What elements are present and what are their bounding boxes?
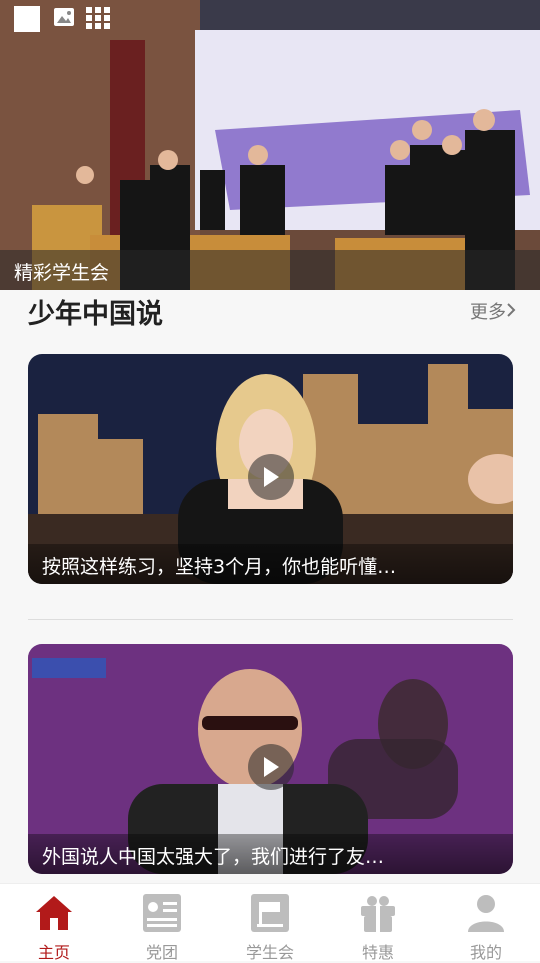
party-icon bbox=[143, 894, 181, 932]
video-title: 外国说人中国太强大了，我们进行了友… bbox=[42, 846, 385, 868]
nav-party-label: 党团 bbox=[145, 943, 178, 962]
chevron-right-icon[interactable] bbox=[506, 301, 516, 319]
video-title: 按照这样练习，坚持3个月，你也能听懂… bbox=[42, 556, 397, 578]
banner-carousel[interactable]: 精彩学生会 bbox=[0, 0, 540, 290]
nav-profile[interactable]: 我的 bbox=[432, 884, 540, 962]
grid-icon bbox=[86, 7, 110, 29]
gift-icon bbox=[361, 896, 395, 932]
nav-home[interactable]: 主页 bbox=[0, 884, 108, 962]
home-icon bbox=[36, 896, 72, 930]
play-button[interactable] bbox=[248, 744, 294, 790]
bottom-nav: 主页 党团 学生会 特惠 我的 bbox=[0, 883, 540, 962]
nav-home-label: 主页 bbox=[37, 943, 70, 962]
banner-caption: 精彩学生会 bbox=[14, 262, 110, 284]
nav-student-union[interactable]: 学生会 bbox=[216, 884, 324, 962]
banner-image bbox=[0, 0, 540, 290]
nav-deals-label: 特惠 bbox=[361, 943, 394, 962]
profile-icon bbox=[468, 895, 504, 932]
banner-caption-bar: 精彩学生会 bbox=[0, 250, 540, 290]
play-icon bbox=[264, 757, 279, 777]
video-card[interactable]: 按照这样练习，坚持3个月，你也能听懂… bbox=[28, 354, 513, 584]
more-link[interactable]: 更多 bbox=[470, 298, 506, 324]
video-card[interactable]: 外国说人中国太强大了，我们进行了友… bbox=[28, 644, 513, 874]
video-caption-bar: 外国说人中国太强大了，我们进行了友… bbox=[28, 834, 513, 874]
white-square-icon bbox=[14, 6, 40, 32]
nav-deals[interactable]: 特惠 bbox=[324, 884, 432, 962]
video-caption-bar: 按照这样练习，坚持3个月，你也能听懂… bbox=[28, 544, 513, 584]
image-icon bbox=[54, 8, 74, 26]
play-button[interactable] bbox=[248, 454, 294, 500]
section-title: 少年中国说 bbox=[28, 299, 163, 330]
play-icon bbox=[264, 467, 279, 487]
nav-student-union-label: 学生会 bbox=[245, 943, 294, 962]
nav-party[interactable]: 党团 bbox=[108, 884, 216, 962]
student-union-icon bbox=[251, 894, 289, 932]
status-bar bbox=[0, 0, 540, 36]
nav-profile-label: 我的 bbox=[469, 943, 502, 962]
divider bbox=[28, 619, 513, 620]
